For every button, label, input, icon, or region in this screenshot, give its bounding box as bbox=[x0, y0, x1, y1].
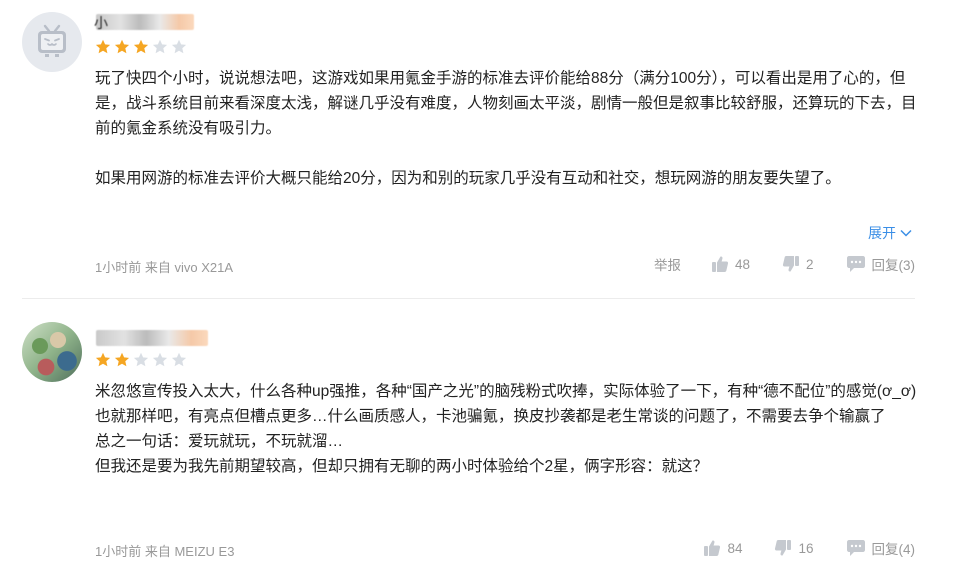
thumbs-down-icon bbox=[782, 256, 799, 272]
thumbs-down-icon bbox=[775, 540, 792, 556]
review-paragraph: 米忽悠宣传投入太大，什么各种up强推，各种“国产之光”的脑残粉式吹捧，实际体验了… bbox=[95, 383, 917, 400]
report-label: 举报 bbox=[653, 258, 681, 273]
star-filled-icon bbox=[95, 352, 111, 368]
review-paragraph: 也就那样吧，有亮点但槽点更多…什么画质感人，卡池骗氪，换皮抄袭都是老生常谈的问题… bbox=[95, 408, 886, 425]
expand-button[interactable]: 展开 bbox=[868, 223, 912, 243]
username-blurred[interactable]: 小 bbox=[94, 14, 194, 31]
bilibili-tv-icon bbox=[38, 24, 66, 57]
review-paragraph: 但我还是要为我先前期望较高，但却只拥有无聊的两小时体验给个2星，俩字形容：就这？ bbox=[95, 458, 709, 475]
thumbs-up-icon bbox=[704, 540, 721, 556]
rating-stars bbox=[95, 39, 187, 55]
avatar[interactable] bbox=[22, 12, 82, 72]
device-source: 来自 MEIZU E3 bbox=[144, 544, 235, 559]
star-empty-icon bbox=[152, 352, 168, 368]
review-paragraph: 玩了快四个小时，说说想法吧，这游戏如果用氪金手游的标准去评价能给88分（满分10… bbox=[95, 70, 917, 137]
expand-label: 展开 bbox=[868, 225, 896, 241]
reply-button[interactable]: 回复(4) bbox=[846, 538, 916, 558]
review-paragraph: 总之一句话：爱玩就玩，不玩就溜… bbox=[95, 433, 344, 450]
review-content: 玩了快四个小时，说说想法吧，这游戏如果用氪金手游的标准去评价能给88分（满分10… bbox=[95, 66, 925, 191]
reply-label: 回复(4) bbox=[871, 542, 916, 557]
like-button[interactable]: 84 bbox=[703, 539, 742, 557]
dislike-count: 16 bbox=[798, 540, 814, 556]
review-actions: 84 16 回复(4) bbox=[703, 538, 915, 558]
dislike-button[interactable]: 2 bbox=[782, 255, 814, 273]
chevron-down-icon bbox=[900, 229, 912, 237]
report-button[interactable]: 举报 bbox=[654, 254, 681, 274]
timestamp: 1小时前 bbox=[95, 260, 142, 275]
avatar[interactable] bbox=[22, 322, 82, 382]
divider bbox=[22, 298, 915, 299]
star-empty-icon bbox=[171, 39, 187, 55]
username-blurred[interactable] bbox=[96, 330, 208, 346]
like-button[interactable]: 48 bbox=[711, 255, 750, 273]
reply-button[interactable]: 回复(3) bbox=[846, 254, 916, 274]
review-meta: 1小时前 来自 vivo X21A bbox=[95, 257, 233, 276]
device-source: 来自 vivo X21A bbox=[144, 260, 234, 275]
star-empty-icon bbox=[133, 352, 149, 368]
star-empty-icon bbox=[152, 39, 168, 55]
review-actions: 举报 48 2 回复(3) bbox=[654, 254, 915, 274]
comment-icon bbox=[846, 540, 865, 556]
like-count: 48 bbox=[734, 256, 750, 272]
review-paragraph: 如果用网游的标准去评价大概只能给20分，因为和别的玩家几乎没有互动和社交，想玩网… bbox=[95, 170, 841, 187]
like-count: 84 bbox=[727, 540, 743, 556]
star-filled-icon bbox=[114, 352, 130, 368]
dislike-count: 2 bbox=[805, 256, 814, 272]
timestamp: 1小时前 bbox=[95, 544, 142, 559]
review-meta: 1小时前 来自 MEIZU E3 bbox=[95, 541, 234, 560]
star-filled-icon bbox=[114, 39, 130, 55]
username-visible-char: 小 bbox=[94, 15, 108, 31]
star-filled-icon bbox=[133, 39, 149, 55]
star-empty-icon bbox=[171, 352, 187, 368]
star-filled-icon bbox=[95, 39, 111, 55]
dislike-button[interactable]: 16 bbox=[774, 539, 814, 557]
comment-icon bbox=[846, 256, 865, 272]
review-content: 米忽悠宣传投入太大，什么各种up强推，各种“国产之光”的脑残粉式吹捧，实际体验了… bbox=[95, 379, 925, 479]
thumbs-up-icon bbox=[711, 256, 729, 272]
rating-stars bbox=[95, 352, 187, 368]
reply-label: 回复(3) bbox=[871, 258, 916, 273]
